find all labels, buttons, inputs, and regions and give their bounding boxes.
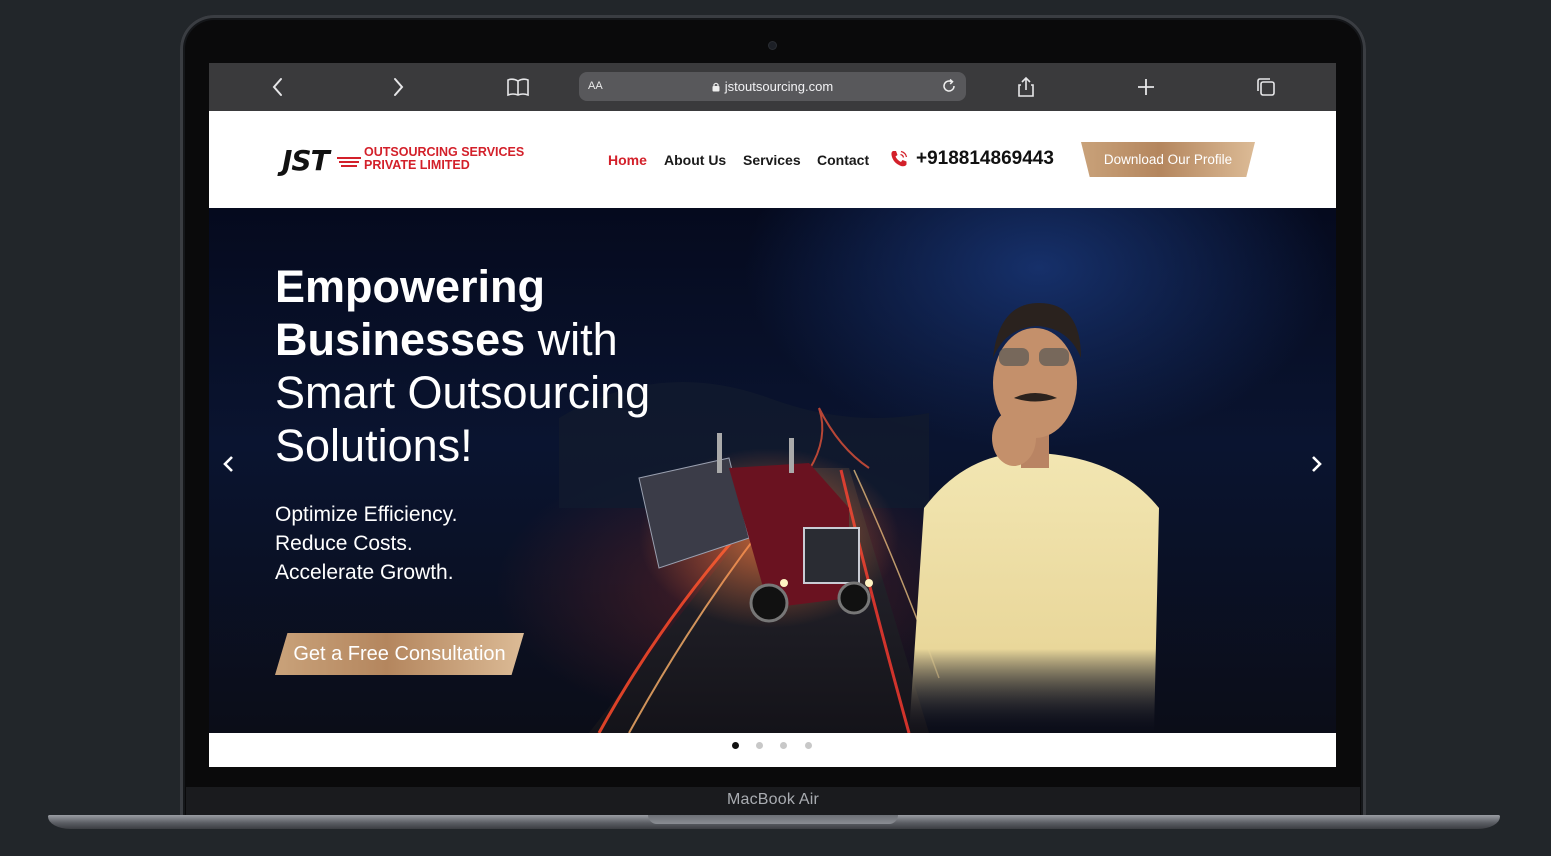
- nav-home[interactable]: Home: [608, 152, 647, 168]
- logo-line-2: PRIVATE LIMITED: [364, 158, 470, 172]
- person-illustration: [909, 303, 1159, 733]
- hero-heading-line-3: Smart Outsourcing: [275, 367, 651, 418]
- nav-about-us[interactable]: About Us: [664, 152, 726, 168]
- tagline-2: Reduce Costs.: [275, 532, 413, 555]
- slider-next-icon[interactable]: [1305, 453, 1327, 475]
- logo-text: OUTSOURCING SERVICES PRIVATE LIMITED: [364, 146, 524, 172]
- phone-number: +918814869443: [916, 148, 1054, 169]
- tagline-3: Accelerate Growth.: [275, 561, 454, 584]
- company-logo[interactable]: JST OUTSOURCING SERVICES PRIVATE LIMITED: [282, 144, 532, 178]
- site-header: JST OUTSOURCING SERVICES PRIVATE LIMITED…: [209, 111, 1336, 208]
- nav-contact[interactable]: Contact: [817, 152, 869, 168]
- device-label: MacBook Air: [726, 791, 819, 808]
- lock-icon: [712, 82, 720, 92]
- hero-taglines: Optimize Efficiency. Reduce Costs. Accel…: [275, 500, 457, 587]
- phone-icon: [891, 150, 908, 167]
- tabs-icon[interactable]: [1254, 75, 1278, 99]
- screen: AA jstoutsourcing.com JST OUTSOURCING SE…: [209, 63, 1336, 767]
- back-icon[interactable]: [266, 75, 290, 99]
- hero-heading-line-4: Solutions!: [275, 420, 473, 471]
- tagline-1: Optimize Efficiency.: [275, 503, 458, 526]
- slider-pagination: [209, 733, 1336, 767]
- hero-heading: Empowering Businesses with Smart Outsour…: [275, 260, 650, 472]
- slide-dot-1[interactable]: [732, 742, 739, 749]
- hero-heading-line-1: Empowering: [275, 261, 546, 312]
- free-consultation-button[interactable]: Get a Free Consultation: [275, 633, 524, 675]
- camera-icon: [769, 42, 776, 49]
- slider-prev-icon[interactable]: [218, 453, 240, 475]
- new-tab-icon[interactable]: [1134, 75, 1158, 99]
- share-icon[interactable]: [1014, 75, 1038, 99]
- address-bar[interactable]: AA jstoutsourcing.com: [579, 72, 966, 101]
- slide-dot-2[interactable]: [756, 742, 763, 749]
- slide-dot-3[interactable]: [780, 742, 787, 749]
- hero-heading-bold-2: Businesses: [275, 314, 526, 365]
- logo-swoosh-icon: [337, 157, 361, 167]
- slide-dot-4[interactable]: [805, 742, 812, 749]
- download-profile-button[interactable]: Download Our Profile: [1081, 142, 1255, 177]
- bookmarks-icon[interactable]: [506, 75, 530, 99]
- browser-toolbar: AA jstoutsourcing.com: [209, 63, 1336, 111]
- nav-services[interactable]: Services: [743, 152, 801, 168]
- hero-heading-with: with: [525, 314, 618, 365]
- laptop-notch: [648, 815, 898, 824]
- reload-icon[interactable]: [940, 77, 958, 95]
- laptop-chin: MacBook Air: [186, 787, 1360, 817]
- url-text: jstoutsourcing.com: [724, 79, 834, 94]
- hero-slider: Empowering Businesses with Smart Outsour…: [209, 208, 1336, 733]
- forward-icon[interactable]: [386, 75, 410, 99]
- logo-mark: JST: [282, 144, 330, 177]
